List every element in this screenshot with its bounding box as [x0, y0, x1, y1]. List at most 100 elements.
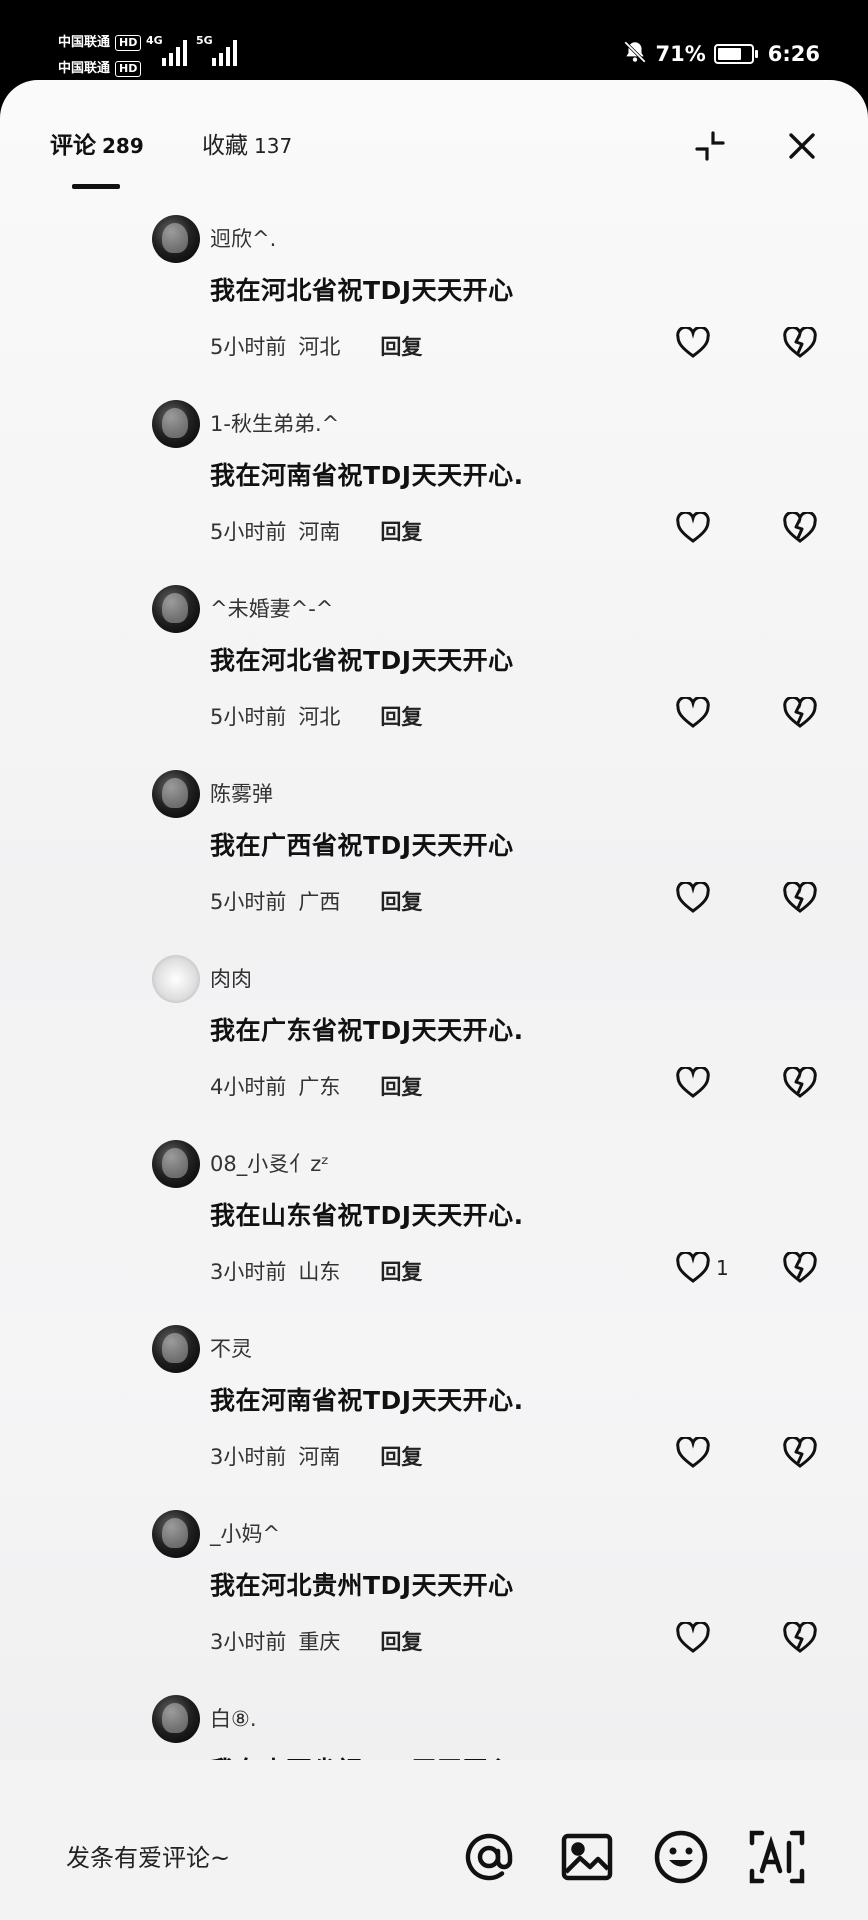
like-button[interactable] — [676, 1063, 716, 1103]
broken-heart-icon — [783, 512, 817, 543]
mention-button[interactable] — [460, 1828, 518, 1886]
comment-username[interactable]: 白⑧. — [210, 1703, 257, 1733]
image-button[interactable] — [558, 1828, 616, 1886]
comment-location: 广西 — [298, 890, 341, 914]
comment-meta: 5小时前 河南 回复 — [210, 516, 422, 546]
comment-input[interactable]: 发条有爱评论~ — [66, 1838, 230, 1873]
comment-list: 迥欣^. 我在河北省祝TDJ天天开心 5小时前 河北 回复 1-秋生弟弟.^ 我… — [0, 205, 868, 1870]
comment-username[interactable]: 不灵 — [210, 1333, 252, 1363]
carrier-name-2: 中国联通 — [58, 61, 111, 76]
dislike-button[interactable] — [780, 1063, 820, 1103]
comment-time: 5小时前 — [210, 335, 287, 359]
close-button[interactable] — [782, 126, 822, 166]
avatar[interactable] — [152, 770, 200, 818]
comment-location: 河南 — [298, 520, 341, 544]
signal-bars-icon — [212, 40, 242, 66]
battery-icon — [713, 44, 758, 64]
dislike-button[interactable] — [780, 323, 820, 363]
comment-meta: 3小时前 河南 回复 — [210, 1441, 422, 1471]
avatar[interactable] — [152, 1325, 200, 1373]
reply-button[interactable]: 回复 — [380, 886, 422, 916]
like-button[interactable] — [676, 323, 716, 363]
comment-meta: 4小时前 广东 回复 — [210, 1071, 422, 1101]
carrier-name-1: 中国联通 — [58, 35, 111, 50]
comment-username[interactable]: 陈雾弹 — [210, 778, 273, 808]
avatar[interactable] — [152, 1695, 200, 1743]
like-button[interactable] — [676, 508, 716, 548]
comment-username[interactable]: 1-秋生弟弟.^ — [210, 408, 339, 438]
comment-username[interactable]: 迥欣^. — [210, 223, 276, 253]
comment-meta: 5小时前 河北 回复 — [210, 701, 422, 731]
comment-text: 我在河南省祝TDJ天天开心. — [210, 461, 524, 490]
avatar[interactable] — [152, 400, 200, 448]
comment-username[interactable]: ^未婚妻^-^ — [210, 593, 333, 623]
reply-button[interactable]: 回复 — [380, 1441, 422, 1471]
dislike-button[interactable] — [780, 693, 820, 733]
emoji-icon — [654, 1830, 708, 1884]
heart-icon — [676, 882, 710, 913]
like-button[interactable] — [676, 1618, 716, 1658]
heart-icon — [676, 697, 710, 728]
battery-percent: 71% — [655, 42, 706, 66]
tab-favorites-label: 收藏 — [202, 133, 248, 159]
carrier-info: 中国联通 HD 中国联通 HD — [58, 30, 142, 82]
comment-item: 1-秋生弟弟.^ 我在河南省祝TDJ天天开心. 5小时前 河南 回复 — [0, 390, 868, 575]
heart-icon — [676, 1622, 710, 1653]
comment-time: 5小时前 — [210, 705, 287, 729]
like-button[interactable] — [676, 878, 716, 918]
comment-location: 河北 — [298, 705, 341, 729]
comment-meta: 5小时前 广西 回复 — [210, 886, 422, 916]
comment-text: 我在广东省祝TDJ天天开心. — [210, 1016, 524, 1045]
active-tab-indicator — [72, 184, 120, 189]
comment-location: 广东 — [298, 1075, 341, 1099]
heart-icon — [676, 1437, 710, 1468]
collapse-icon — [695, 131, 725, 161]
reply-button[interactable]: 回复 — [380, 516, 422, 546]
dislike-button[interactable] — [780, 1433, 820, 1473]
comment-location: 山东 — [298, 1260, 341, 1284]
broken-heart-icon — [783, 1622, 817, 1653]
like-button[interactable] — [676, 693, 716, 733]
broken-heart-icon — [783, 882, 817, 913]
reply-button[interactable]: 回复 — [380, 701, 422, 731]
comment-location: 重庆 — [298, 1630, 341, 1654]
heart-icon — [676, 327, 710, 358]
tab-favorites-count: 137 — [254, 134, 293, 158]
comment-username[interactable]: _小妈^ — [210, 1518, 280, 1548]
comment-username[interactable]: 08_小㕛亻zᶻ — [210, 1148, 329, 1178]
close-icon — [789, 133, 815, 159]
comment-meta: 5小时前 河北 回复 — [210, 331, 422, 361]
dislike-button[interactable] — [780, 1248, 820, 1288]
dislike-button[interactable] — [780, 878, 820, 918]
hd-badge-2: HD — [115, 61, 142, 77]
emoji-button[interactable] — [652, 1828, 710, 1886]
ai-button[interactable] — [748, 1828, 806, 1886]
tab-favorites[interactable]: 收藏 137 — [202, 126, 292, 160]
avatar[interactable] — [152, 215, 200, 263]
comment-text: 我在河南省祝TDJ天天开心. — [210, 1386, 524, 1415]
comment-item: 肉肉 我在广东省祝TDJ天天开心. 4小时前 广东 回复 — [0, 945, 868, 1130]
comment-time: 4小时前 — [210, 1075, 287, 1099]
like-button[interactable]: 1 — [676, 1248, 729, 1288]
comment-text: 我在河北省祝TDJ天天开心 — [210, 646, 514, 675]
status-right: 71% 6:26 — [622, 36, 820, 72]
dislike-button[interactable] — [780, 508, 820, 548]
like-button[interactable] — [676, 1433, 716, 1473]
tab-comments[interactable]: 评论 289 — [50, 126, 144, 160]
reply-button[interactable]: 回复 — [380, 1626, 422, 1656]
collapse-button[interactable] — [690, 126, 730, 166]
comment-item: 陈雾弹 我在广西省祝TDJ天天开心 5小时前 广西 回复 — [0, 760, 868, 945]
comment-location: 河北 — [298, 335, 341, 359]
comment-time: 3小时前 — [210, 1260, 287, 1284]
comment-username[interactable]: 肉肉 — [210, 963, 252, 993]
avatar[interactable] — [152, 1140, 200, 1188]
reply-button[interactable]: 回复 — [380, 331, 422, 361]
broken-heart-icon — [783, 1067, 817, 1098]
avatar[interactable] — [152, 955, 200, 1003]
avatar[interactable] — [152, 1510, 200, 1558]
avatar[interactable] — [152, 585, 200, 633]
reply-button[interactable]: 回复 — [380, 1071, 422, 1101]
reply-button[interactable]: 回复 — [380, 1256, 422, 1286]
dislike-button[interactable] — [780, 1618, 820, 1658]
comment-sheet: 评论 289 收藏 137 迥欣^. 我在河北省祝TDJ天天开心 5小时前 河北… — [0, 80, 868, 1920]
